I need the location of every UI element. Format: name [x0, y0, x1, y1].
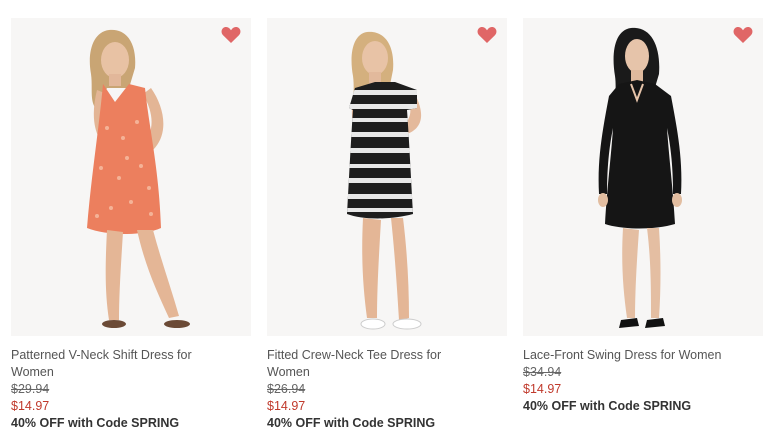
product-grid: Patterned V-Neck Shift Dress for Women $…: [0, 0, 767, 440]
model-in-patterned-dress-image: [11, 18, 251, 336]
original-price: $26.94: [267, 382, 306, 396]
sale-price: $14.97: [11, 399, 50, 413]
product-name-link[interactable]: Lace-Front Swing Dress for Women: [523, 347, 763, 364]
original-price: $29.94: [11, 382, 50, 396]
favorite-button[interactable]: [477, 26, 497, 44]
product-name: Fitted Crew-Neck Tee Dress for Women: [267, 348, 442, 379]
product-image[interactable]: [11, 18, 251, 336]
product-card[interactable]: Lace-Front Swing Dress for Women $34.94 …: [523, 18, 763, 415]
original-price: $34.94: [523, 365, 562, 379]
promo-text: 40% OFF with Code SPRING: [523, 399, 692, 413]
favorite-button[interactable]: [221, 26, 241, 44]
product-image[interactable]: [523, 18, 763, 336]
model-in-black-dress-image: [523, 18, 763, 336]
heart-icon: [733, 27, 753, 43]
product-name: Patterned V-Neck Shift Dress for Women: [11, 348, 192, 379]
model-in-striped-dress-image: [267, 18, 507, 336]
product-card[interactable]: Fitted Crew-Neck Tee Dress for Women $26…: [267, 18, 507, 432]
product-name-link[interactable]: Fitted Crew-Neck Tee Dress for Women: [267, 347, 507, 381]
product-card[interactable]: Patterned V-Neck Shift Dress for Women $…: [11, 18, 251, 432]
product-name: Lace-Front Swing Dress for Women: [523, 348, 722, 362]
promo-text: 40% OFF with Code SPRING: [267, 416, 436, 430]
sale-price: $14.97: [523, 382, 562, 396]
heart-icon: [477, 27, 497, 43]
promo-text: 40% OFF with Code SPRING: [11, 416, 180, 430]
product-image[interactable]: [267, 18, 507, 336]
heart-icon: [221, 27, 241, 43]
sale-price: $14.97: [267, 399, 306, 413]
product-name-link[interactable]: Patterned V-Neck Shift Dress for Women: [11, 347, 251, 381]
favorite-button[interactable]: [733, 26, 753, 44]
